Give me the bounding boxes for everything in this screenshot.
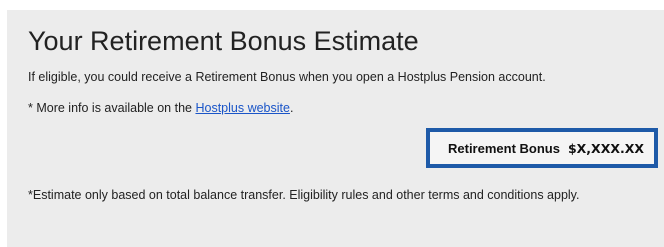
more-info-suffix: . (289, 101, 294, 115)
retirement-bonus-panel: Your Retirement Bonus Estimate If eligib… (7, 10, 664, 247)
retirement-bonus-label: Retirement Bonus (448, 140, 560, 156)
hostplus-website-link[interactable]: Hostplus website (195, 101, 290, 115)
intro-text: If eligible, you could receive a Retirem… (28, 70, 546, 84)
more-info-prefix: * More info is available on the (28, 101, 196, 115)
retirement-bonus-box: Retirement Bonus $X,XXX.XX (426, 128, 658, 168)
retirement-bonus-value: $X,XXX.XX (567, 140, 644, 156)
disclaimer-text: *Estimate only based on total balance tr… (28, 188, 580, 202)
page-title: Your Retirement Bonus Estimate (28, 26, 419, 56)
more-info-line: * More info is available on the Hostplus… (28, 100, 293, 116)
